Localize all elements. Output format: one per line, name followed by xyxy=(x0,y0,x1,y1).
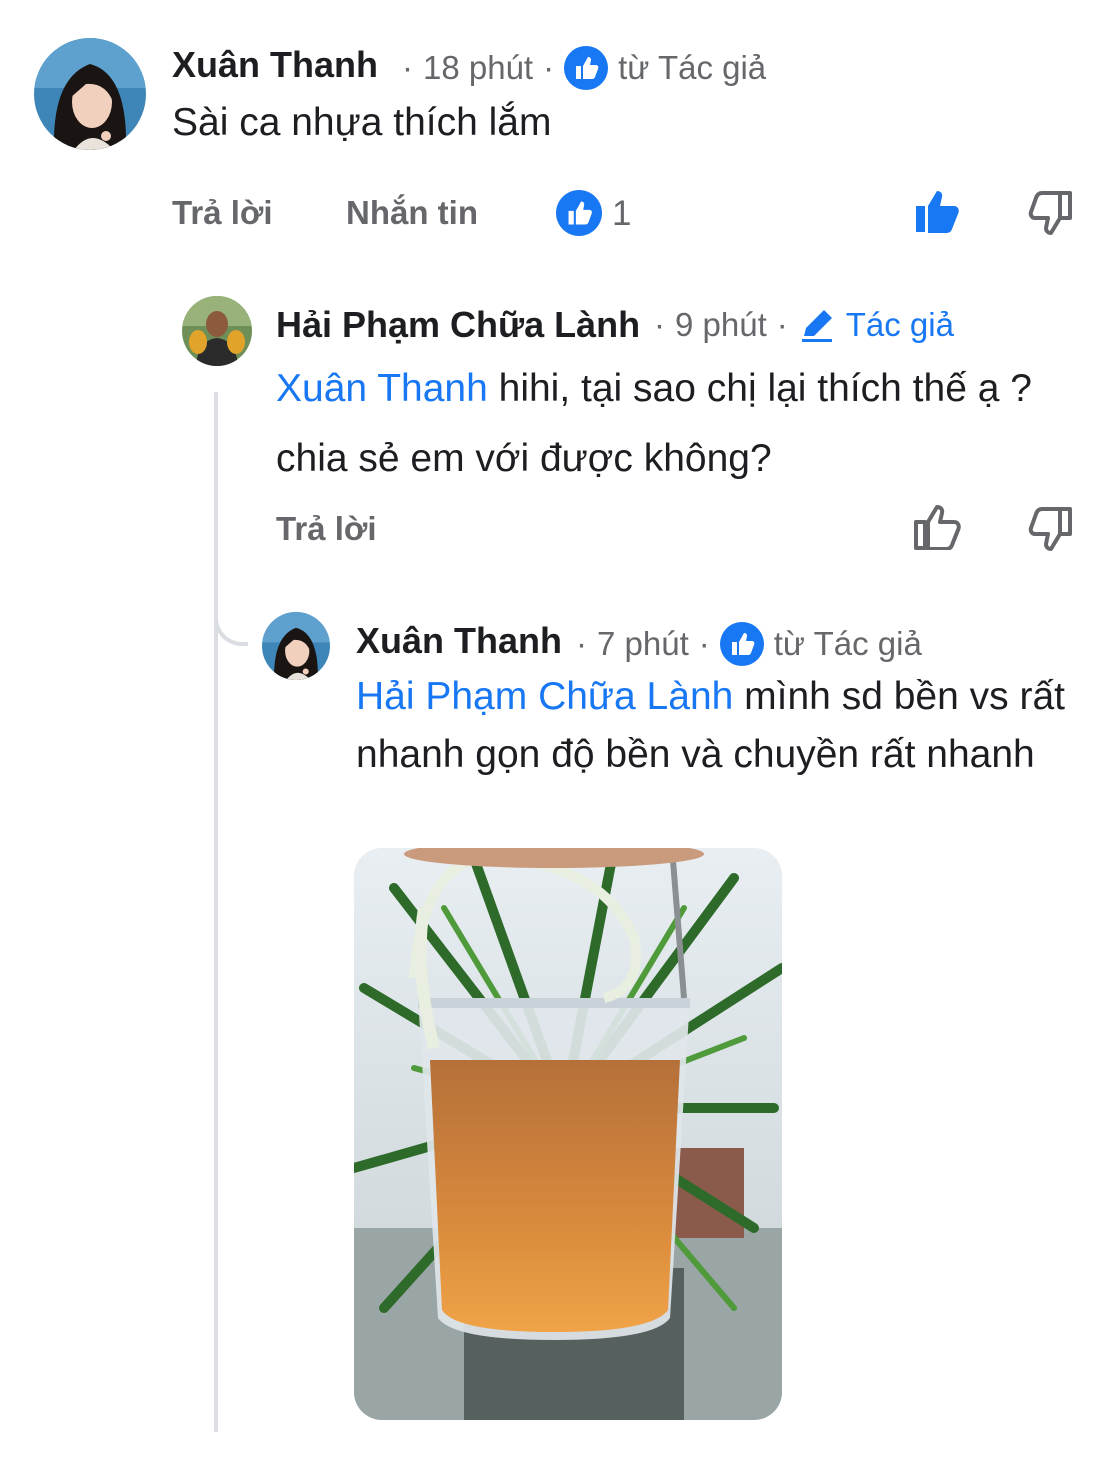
thread-line xyxy=(214,392,218,1432)
reaction-like-icon[interactable] xyxy=(556,190,602,236)
comment-author[interactable]: Xuân Thanh xyxy=(356,620,562,662)
avatar[interactable] xyxy=(34,38,146,150)
thread-branch xyxy=(214,596,248,646)
separator-dot: · xyxy=(654,306,665,343)
avatar[interactable] xyxy=(262,612,330,680)
dislike-button[interactable] xyxy=(1028,190,1074,236)
comment-meta: · 7 phút · từ Tác giả xyxy=(566,622,922,666)
author-badge: từ Tác giả xyxy=(773,625,922,662)
comment-time[interactable]: 18 phút xyxy=(423,49,533,87)
comment-text: Xuân Thanh hihi, tại sao chị lại thích t… xyxy=(276,354,1091,494)
separator-dot: · xyxy=(776,306,788,343)
separator-dot: · xyxy=(698,625,710,662)
comment-text: Hải Phạm Chữa Lành mình sd bền vs rất nh… xyxy=(356,668,1086,784)
comment-time[interactable]: 7 phút xyxy=(597,625,689,663)
message-button[interactable]: Nhắn tin xyxy=(346,194,478,232)
pencil-icon xyxy=(798,306,836,344)
separator-dot: · xyxy=(543,49,555,86)
comment-author[interactable]: Hải Phạm Chữa Lành xyxy=(276,304,640,346)
comment-photo[interactable] xyxy=(354,848,782,1420)
reply-button[interactable]: Trả lời xyxy=(172,194,273,232)
separator-dot: · xyxy=(576,625,587,662)
dislike-button[interactable] xyxy=(1028,506,1074,552)
like-button-active[interactable] xyxy=(912,188,962,234)
separator-dot: · xyxy=(402,49,413,86)
reaction-count[interactable]: 1 xyxy=(612,194,631,234)
author-badge: Tác giả xyxy=(845,306,954,343)
mention-link[interactable]: Hải Phạm Chữa Lành xyxy=(356,675,733,718)
comment-author[interactable]: Xuân Thanh xyxy=(172,44,378,86)
like-button[interactable] xyxy=(912,504,962,551)
like-circle-icon xyxy=(719,622,764,666)
comment-meta: · 9 phút · Tác giả xyxy=(644,306,954,344)
like-circle-icon xyxy=(564,46,609,90)
mention-link[interactable]: Xuân Thanh xyxy=(276,367,488,410)
author-badge: từ Tác giả xyxy=(618,49,767,86)
avatar[interactable] xyxy=(182,296,252,366)
comment-meta: · 18 phút · từ Tác giả xyxy=(392,46,766,90)
comment-time[interactable]: 9 phút xyxy=(675,306,767,344)
reply-button[interactable]: Trả lời xyxy=(276,510,377,548)
comment-text: Sài ca nhựa thích lắm xyxy=(172,101,552,144)
